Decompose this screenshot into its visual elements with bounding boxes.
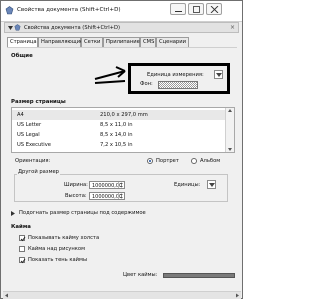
units-label: Единица измерения: [147, 72, 204, 78]
size-name: US Letter [17, 122, 42, 128]
scroll-arrows-icon [5, 293, 239, 298]
show-border-checkbox[interactable] [19, 235, 26, 242]
border-color-swatch[interactable] [163, 273, 235, 278]
spin-arrows-icon [120, 193, 123, 199]
border-heading: Кайма [11, 224, 31, 230]
size-name: A4 [17, 112, 24, 118]
list-item[interactable]: US Letter 8,5 x 11,0 in [12, 120, 226, 130]
landscape-radio[interactable] [191, 158, 197, 164]
show-shadow-label: Показать тень каймы [28, 257, 88, 263]
height-field[interactable]: 1000000,00 [89, 192, 125, 200]
spin-arrows-icon [120, 182, 123, 188]
portrait-radio[interactable] [147, 158, 153, 164]
page-size-list[interactable]: A4 210,0 x 297,0 mm US Letter 8,5 x 11,0… [11, 107, 235, 153]
list-item[interactable]: US Legal 8,5 x 14,0 in [12, 130, 226, 140]
width-label: Ширина: [64, 182, 88, 188]
show-border-label: Показывать кайму холста [28, 235, 100, 241]
list-scrollbar[interactable] [225, 108, 234, 152]
background-label: Фон: [140, 81, 153, 87]
fit-page-label: Подогнать размер страницы под содержимое [19, 210, 146, 216]
horizontal-scrollbar[interactable] [3, 291, 241, 299]
document-properties-window: Свойства документа (Shift+Ctrl+D) Свойст… [0, 0, 243, 299]
border-on-top-checkbox[interactable] [19, 246, 25, 252]
size-value: 8,5 x 11,0 in [100, 122, 133, 128]
expand-arrow-icon [11, 211, 15, 216]
list-item[interactable]: A4 210,0 x 297,0 mm [12, 110, 226, 120]
size-value: 8,5 x 14,0 in [100, 132, 133, 138]
highlighted-callout: Единица измерения: Фон: [128, 63, 230, 94]
chevron-down-icon [216, 73, 222, 77]
custom-units-label: Единицы: [174, 182, 201, 188]
portrait-label: Портрет [156, 158, 179, 164]
checkmark-icon [20, 258, 26, 264]
orientation-label: Ориентация: [15, 158, 51, 164]
width-field[interactable]: 1000000,00 [89, 181, 125, 189]
height-label: Высота: [65, 193, 87, 199]
border-on-top-label: Кайма над рисунком [28, 246, 85, 252]
units-dropdown[interactable] [214, 70, 223, 79]
show-shadow-checkbox[interactable] [19, 257, 26, 264]
page-size-heading: Размер страницы [11, 99, 66, 105]
checkmark-icon [20, 236, 26, 242]
size-name: US Legal [17, 132, 40, 138]
scroll-arrows-icon [228, 109, 232, 151]
custom-size-heading: Другой размер [17, 169, 60, 175]
border-color-label: Цвет каймы: [123, 272, 158, 278]
width-stepper[interactable] [118, 182, 124, 188]
size-value: 210,0 x 297,0 mm [100, 112, 148, 118]
landscape-label: Альбом [200, 158, 221, 164]
size-value: 7,2 x 10,5 in [100, 142, 133, 148]
chevron-down-icon [209, 183, 215, 187]
background-color-swatch[interactable] [158, 81, 198, 89]
size-name: US Executive [17, 142, 51, 148]
list-item[interactable]: US Executive 7,2 x 10,5 in [12, 140, 226, 150]
height-stepper[interactable] [118, 193, 124, 199]
custom-units-dropdown[interactable] [207, 180, 216, 189]
